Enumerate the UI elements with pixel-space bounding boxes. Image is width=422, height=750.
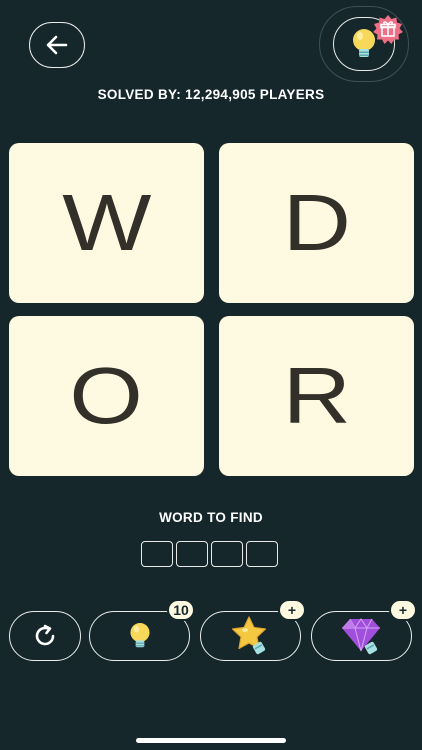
- letter-tile[interactable]: R: [219, 316, 414, 476]
- shuffle-button[interactable]: [9, 611, 81, 661]
- star-powerup-button[interactable]: +: [200, 599, 306, 661]
- solved-by-text: SOLVED BY: 12,294,905 PLAYERS: [97, 87, 325, 102]
- word-to-find-label: WORD TO FIND: [159, 510, 263, 525]
- arrow-left-icon: [46, 35, 68, 55]
- gem-powerup-button[interactable]: +: [311, 599, 417, 661]
- answer-slot[interactable]: [246, 541, 278, 567]
- letter-tile[interactable]: O: [9, 316, 204, 476]
- refresh-icon: [35, 624, 55, 646]
- lightbulb-icon: [129, 623, 150, 648]
- hint-powerup-button[interactable]: 10: [89, 599, 195, 661]
- answer-slot[interactable]: [176, 541, 208, 567]
- letter-tile[interactable]: W: [9, 143, 204, 303]
- tile-letter: W: [61, 178, 152, 267]
- gift-icon[interactable]: [372, 14, 404, 46]
- hint-count-badge: 10: [167, 599, 195, 621]
- tile-letter: D: [282, 178, 351, 267]
- letter-tile[interactable]: D: [219, 143, 414, 303]
- answer-slot[interactable]: [211, 541, 243, 567]
- back-button[interactable]: [29, 22, 85, 68]
- star-lightbulb-icon: [231, 616, 266, 655]
- home-indicator: [136, 738, 286, 743]
- answer-slots: [141, 541, 278, 567]
- star-add-badge[interactable]: +: [278, 599, 306, 621]
- tile-letter: R: [282, 351, 351, 440]
- tile-letter: O: [69, 351, 144, 440]
- gem-add-badge[interactable]: +: [389, 599, 417, 621]
- gem-lightbulb-icon: [341, 618, 380, 655]
- answer-slot[interactable]: [141, 541, 173, 567]
